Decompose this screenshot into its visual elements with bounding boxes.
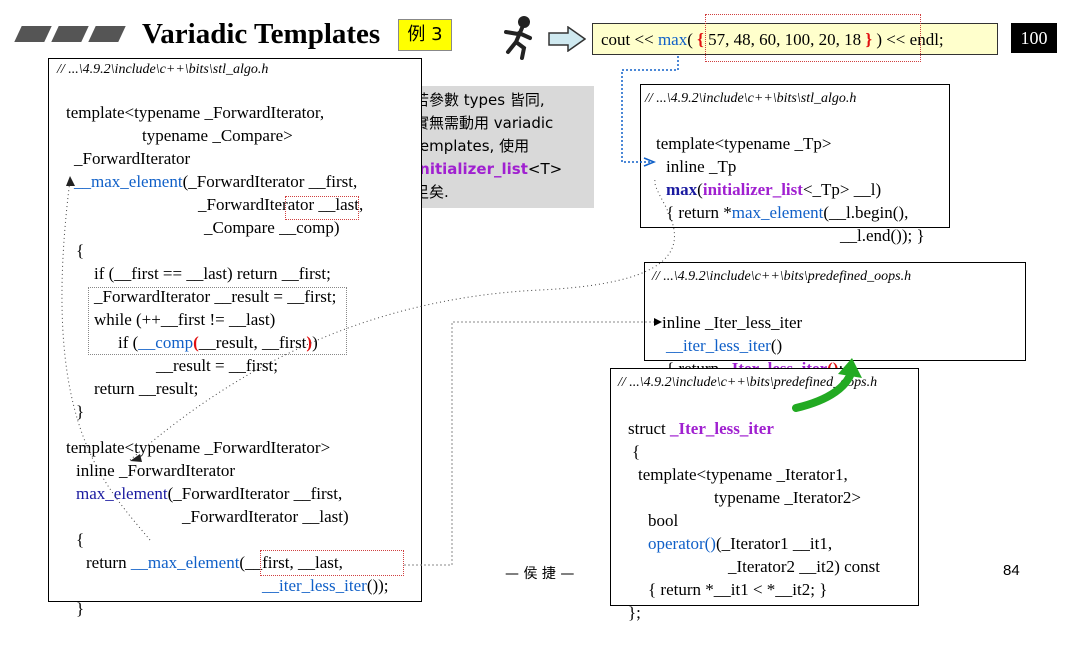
connector-lines	[61, 56, 862, 566]
author-footer: — 侯 捷 —	[505, 566, 575, 582]
page-number: 84	[1003, 562, 1020, 579]
